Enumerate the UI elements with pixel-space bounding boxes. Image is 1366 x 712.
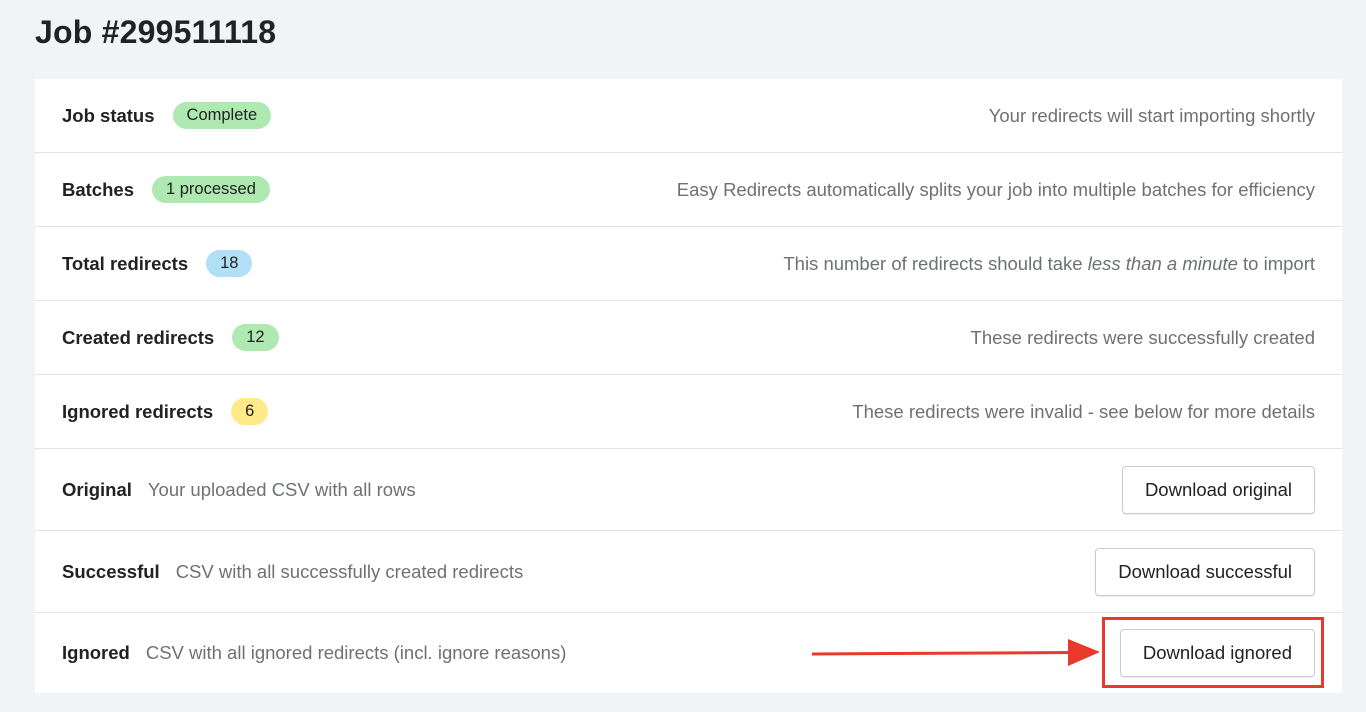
row-total-redirects: Total redirects 18 This number of redire… — [35, 227, 1342, 301]
row-job-status: Job status Complete Your redirects will … — [35, 79, 1342, 153]
row-batches: Batches 1 processed Easy Redirects autom… — [35, 153, 1342, 227]
ignored-redirects-badge: 6 — [231, 398, 269, 425]
row-ignored-redirects: Ignored redirects 6 These redirects were… — [35, 375, 1342, 449]
created-redirects-description: These redirects were successfully create… — [970, 326, 1315, 348]
row-download-ignored: Ignored CSV with all ignored redirects (… — [35, 613, 1342, 693]
row-created-redirects: Created redirects 12 These redirects wer… — [35, 301, 1342, 375]
ignored-redirects-description: These redirects were invalid - see below… — [852, 400, 1315, 422]
batches-label: Batches — [62, 178, 134, 200]
successful-label: Successful — [62, 560, 160, 582]
job-status-badge: Complete — [172, 102, 272, 129]
job-status-label: Job status — [62, 104, 155, 126]
download-original-button[interactable]: Download original — [1121, 465, 1315, 514]
total-redirects-badge: 18 — [206, 250, 253, 277]
created-redirects-badge: 12 — [232, 324, 279, 351]
download-ignored-button[interactable]: Download ignored — [1119, 629, 1315, 677]
job-status-description: Your redirects will start importing shor… — [988, 104, 1315, 126]
original-description: Your uploaded CSV with all rows — [147, 478, 416, 500]
total-redirects-desc-emphasis: less than a minute — [1087, 252, 1238, 274]
job-details-card: Job status Complete Your redirects will … — [35, 79, 1342, 693]
total-redirects-description: This number of redirects should take les… — [783, 253, 1315, 275]
original-label: Original — [62, 478, 132, 500]
ignored-description: CSV with all ignored redirects (incl. ig… — [145, 642, 567, 663]
total-redirects-desc-after: to import — [1237, 252, 1315, 274]
row-download-successful: Successful CSV with all successfully cre… — [35, 531, 1342, 613]
total-redirects-desc-before: This number of redirects should take — [783, 252, 1088, 274]
successful-description: CSV with all successfully created redire… — [175, 560, 524, 582]
batches-description: Easy Redirects automatically splits your… — [676, 178, 1315, 200]
created-redirects-label: Created redirects — [62, 326, 215, 348]
row-download-original: Original Your uploaded CSV with all rows… — [35, 449, 1342, 531]
ignored-label: Ignored — [62, 642, 130, 663]
ignored-redirects-label: Ignored redirects — [62, 400, 214, 422]
total-redirects-label: Total redirects — [62, 252, 189, 274]
download-successful-button[interactable]: Download successful — [1095, 547, 1315, 596]
batches-badge: 1 processed — [151, 176, 270, 203]
page-title: Job #299511118 — [35, 14, 277, 50]
